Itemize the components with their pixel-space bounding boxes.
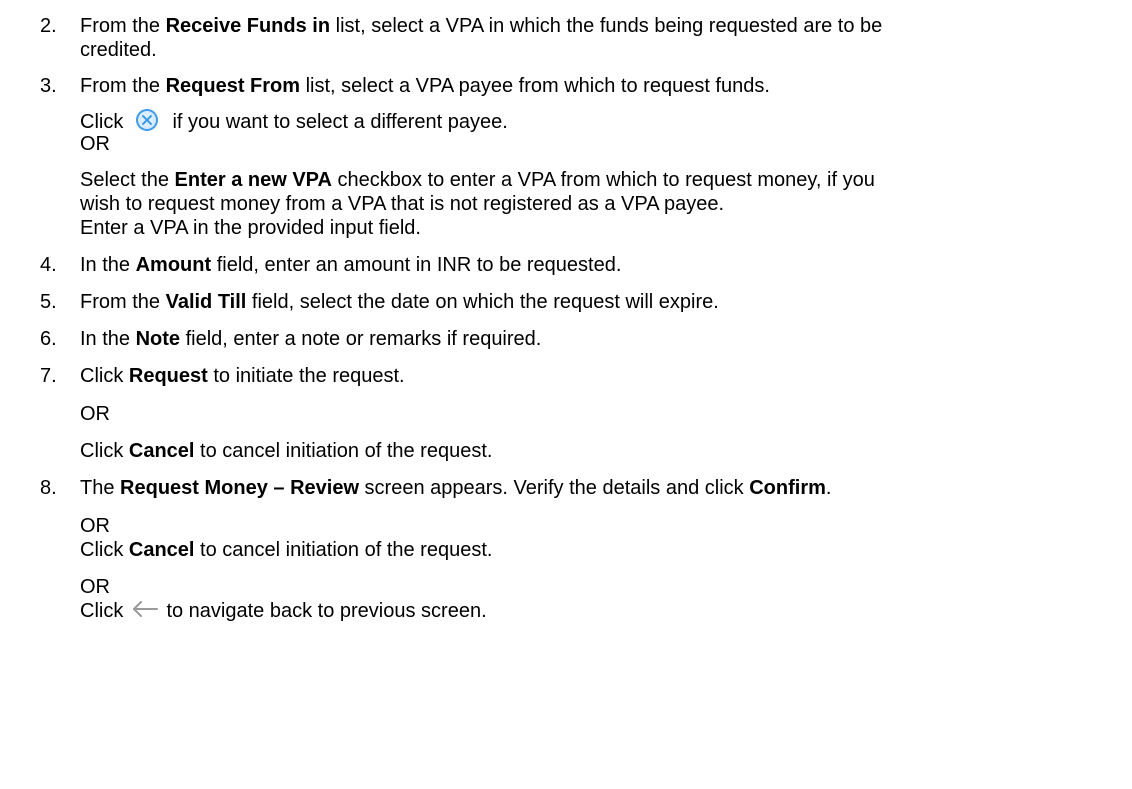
text-run: Click [80, 600, 129, 622]
document-page: 2. From the Receive Funds in list, selec… [0, 0, 1132, 789]
text-run: list, select a VPA payee from which to r… [300, 75, 770, 97]
or-separator: OR [80, 133, 110, 155]
text-run: to cancel initiation of the request. [194, 539, 493, 561]
text-run: screen appears. Verify the details and c… [359, 477, 750, 499]
text-run: Click [80, 111, 129, 133]
text-run: list, select a VPA in which the funds be… [330, 15, 883, 37]
text-run: From the [80, 15, 166, 37]
step-text: In the Note field, enter a note or remar… [80, 327, 541, 351]
click-instruction: Click if you want to select a different … [80, 108, 508, 134]
cancel-circle-icon [133, 108, 161, 134]
step-text-continued: Enter a VPA in the provided input field. [80, 217, 421, 239]
text-run: checkbox to enter a VPA from which to re… [331, 169, 875, 191]
ui-term: Valid Till [165, 291, 247, 313]
text-run: Click [80, 365, 129, 387]
text-run: field, enter a note or remarks if requir… [180, 328, 542, 350]
ui-term: Cancel [128, 539, 195, 561]
step-text: Select the Enter a new VPA checkbox to e… [80, 168, 875, 192]
step-number: 5. [40, 291, 57, 313]
text-run: In the [80, 328, 136, 350]
ui-term: Receive Funds in [165, 15, 331, 37]
text-run: . [825, 477, 832, 499]
or-separator: OR [80, 515, 110, 537]
step-text: Click Cancel to cancel initiation of the… [80, 538, 492, 562]
text-run: Click [80, 539, 129, 561]
step-number: 4. [40, 254, 57, 276]
ui-term: Request From [165, 75, 301, 97]
step-text: Click Request to initiate the request. [80, 364, 405, 388]
or-separator: OR [80, 576, 110, 598]
step-number: 3. [40, 75, 57, 97]
text-run: From the [80, 291, 166, 313]
text-run: field, enter an amount in INR to be requ… [211, 254, 622, 276]
or-separator: OR [80, 403, 110, 425]
step-text: From the Receive Funds in list, select a… [80, 14, 882, 38]
step-text: Click Cancel to cancel initiation of the… [80, 439, 492, 463]
back-arrow-icon [131, 601, 159, 617]
text-run: to initiate the request. [207, 365, 405, 387]
step-text-continued: wish to request money from a VPA that is… [80, 193, 725, 215]
step-text: From the Valid Till field, select the da… [80, 290, 719, 314]
ui-term: Cancel [128, 440, 195, 462]
ui-term: Enter a new VPA [174, 169, 332, 191]
step-number: 2. [40, 15, 57, 37]
step-text: Click to navigate back to previous scree… [80, 599, 487, 623]
step-number: 8. [40, 477, 57, 499]
ui-term: Request [128, 365, 208, 387]
text-run: if you want to select a different payee. [166, 111, 508, 133]
step-text: The Request Money – Review screen appear… [80, 476, 831, 500]
step-number: 6. [40, 328, 57, 350]
text-run: Click [80, 440, 129, 462]
text-run: In the [80, 254, 136, 276]
text-run: The [80, 477, 121, 499]
ui-term: Confirm [749, 477, 826, 499]
step-text-continued: credited. [80, 39, 157, 61]
step-number: 7. [40, 365, 57, 387]
text-run: to navigate back to previous screen. [160, 600, 487, 622]
ui-term: Request Money – Review [120, 477, 359, 499]
text-run: From the [80, 75, 166, 97]
text-run: Select the [80, 169, 175, 191]
text-run: field, select the date on which the requ… [246, 291, 719, 313]
step-text: From the Request From list, select a VPA… [80, 74, 770, 98]
step-text: In the Amount field, enter an amount in … [80, 253, 621, 277]
text-run: to cancel initiation of the request. [194, 440, 493, 462]
ui-term: Note [135, 328, 181, 350]
ui-term: Amount [135, 254, 212, 276]
